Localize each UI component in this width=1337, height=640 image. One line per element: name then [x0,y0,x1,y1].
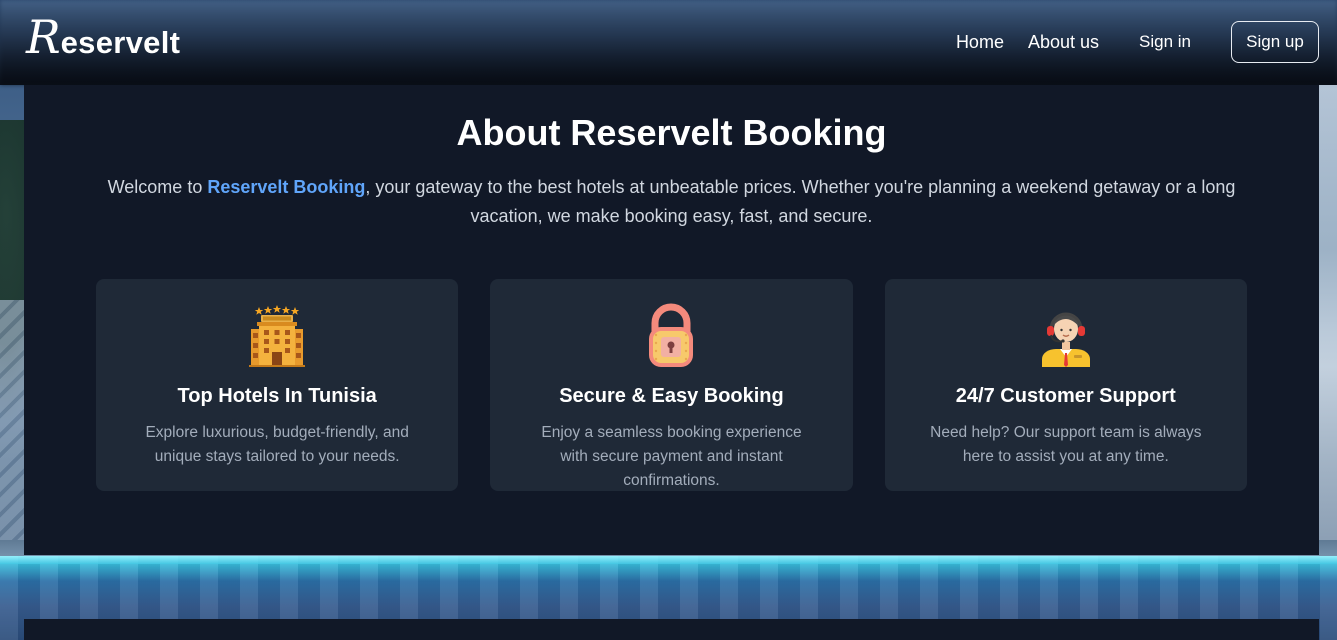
card-title: Secure & Easy Booking [559,385,784,407]
nav-link-home[interactable]: Home [956,32,1004,53]
card-description: Explore luxurious, budget-friendly, and … [145,424,409,465]
feature-card-customer-support: 24/7 Customer Support Need help? Our sup… [884,279,1247,491]
padlock-icon [649,303,694,367]
nav-link-about-us[interactable]: About us [1028,32,1099,53]
intro-suffix: , your gateway to the best hotels at unb… [365,177,1236,226]
feature-card-secure-booking: Secure & Easy Booking Enjoy a seamless b… [490,279,853,491]
card-title: 24/7 Customer Support [955,385,1176,407]
card-description: Need help? Our support team is always he… [930,424,1202,465]
background-pool-edge [0,556,1337,564]
navbar: Reservelt Home About us Sign in Sign up [0,0,1337,85]
intro-brand-highlight: Reservelt Booking [207,177,366,197]
next-section-top-edge [24,619,1319,640]
about-intro: Welcome to Reservelt Booking, your gatew… [94,173,1249,231]
support-agent-icon [1041,312,1090,367]
card-title: Top Hotels In Tunisia [177,385,377,407]
about-title: About Reservelt Booking [456,112,887,153]
site-logo[interactable]: Reservelt [26,14,180,61]
nav-links: Home About us Sign in Sign up [956,21,1319,63]
nav-link-sign-in[interactable]: Sign in [1139,32,1191,52]
intro-prefix: Welcome to [107,177,208,197]
feature-card-top-hotels: Top Hotels In Tunisia Explore luxurious,… [96,279,459,491]
background-building [1317,85,1337,555]
feature-cards: Top Hotels In Tunisia Explore luxurious,… [96,279,1247,491]
sign-up-button[interactable]: Sign up [1231,21,1319,63]
card-description: Enjoy a seamless booking experience with… [541,424,802,489]
hotel-icon [249,305,306,367]
logo-text: eservelt [60,25,181,60]
logo-initial: R [26,10,61,64]
about-section: About Reservelt Booking Welcome to Reser… [24,85,1319,555]
background-stone-wall [0,300,24,550]
